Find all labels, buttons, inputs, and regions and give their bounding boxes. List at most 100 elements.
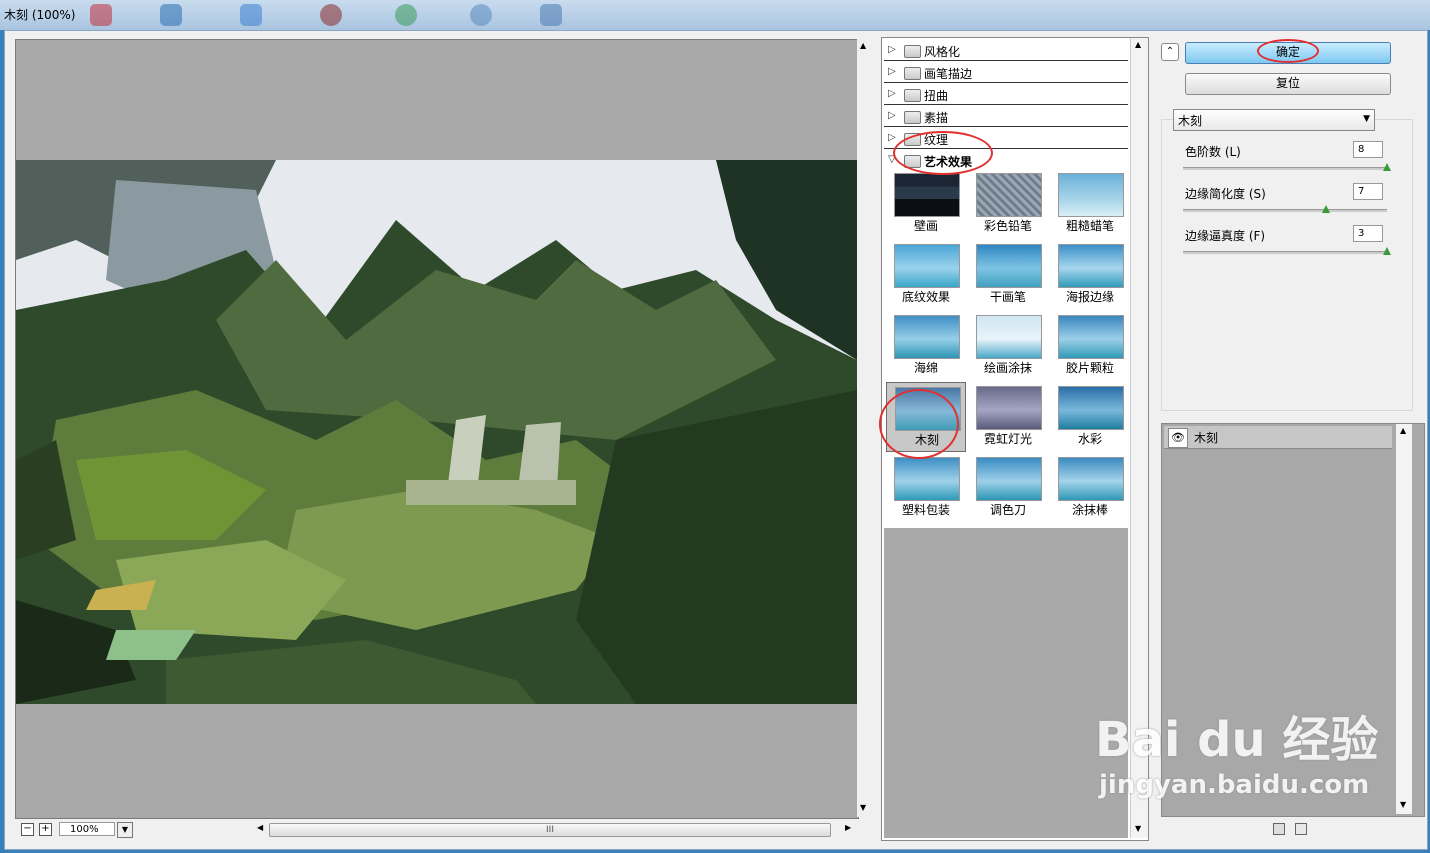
edge-fidelity-slider-track[interactable]	[1183, 251, 1387, 254]
filter-thumb-poster-edges[interactable]: 海报边缘	[1050, 240, 1130, 310]
collapse-gallery-icon[interactable]: ⌃	[1161, 43, 1179, 61]
scroll-down-arrow-icon[interactable]: ▼	[1135, 824, 1141, 833]
filter-thumb-film-grain[interactable]: 胶片颗粒	[1050, 311, 1130, 381]
layers-vertical-scrollbar[interactable]: ▲ ▼	[1396, 424, 1412, 814]
filter-thumb-sponge[interactable]: 海绵	[886, 311, 966, 381]
window-title: 木刻 (100%)	[4, 8, 76, 22]
expand-arrow-icon[interactable]: ▷	[888, 132, 896, 143]
filter-thumb-colored-pencil[interactable]: 彩色铅笔	[968, 169, 1048, 239]
scroll-up-arrow-icon[interactable]: ▲	[1400, 426, 1406, 435]
filter-select-value: 木刻	[1178, 114, 1203, 128]
filter-label: 干画笔	[989, 290, 1026, 304]
preview-horizontal-scrollbar[interactable]: ◀ III ▶	[255, 821, 857, 837]
edge-fidelity-slider-handle[interactable]	[1383, 247, 1391, 255]
filter-thumbnails-grid: 壁画 彩色铅笔 粗糙蜡笔 底纹效果 干画笔 海报边缘 海绵 绘画涂抹 胶片颗粒 …	[884, 169, 1130, 527]
filter-label: 水彩	[1077, 432, 1102, 446]
edge-simplicity-slider-handle[interactable]	[1321, 205, 1330, 213]
filter-thumb-watercolor[interactable]: 水彩	[1050, 382, 1130, 452]
filter-preview-image	[976, 173, 1042, 217]
filter-label: 塑料包装	[901, 503, 950, 517]
filter-preview-image	[1058, 386, 1124, 430]
filter-thumb-neon-glow[interactable]: 霓虹灯光	[968, 382, 1048, 452]
scroll-up-arrow-icon[interactable]: ▲	[1135, 40, 1141, 49]
category-sketch[interactable]: ▷ 素描	[884, 106, 1128, 127]
levels-slider-track[interactable]	[1183, 167, 1387, 170]
chevron-down-icon: ▼	[1363, 114, 1370, 124]
filter-thumb-paint-daubs[interactable]: 绘画涂抹	[968, 311, 1048, 381]
filter-preview-image	[894, 315, 960, 359]
category-label: 素描	[924, 111, 949, 125]
zoom-dropdown-icon[interactable]: ▼	[117, 822, 133, 838]
expand-arrow-icon[interactable]: ▷	[888, 66, 896, 77]
filter-preview-image	[976, 457, 1042, 501]
highlight-ring-cutout	[879, 389, 959, 459]
taskbar-icon-5	[395, 4, 417, 26]
filter-preview-image	[894, 244, 960, 288]
filter-preview-image	[1058, 244, 1124, 288]
filter-thumb-underpainting[interactable]: 底纹效果	[886, 240, 966, 310]
folder-icon	[904, 111, 921, 124]
category-label: 画笔描边	[924, 67, 973, 81]
filter-preview-image	[976, 315, 1042, 359]
zoom-level-field[interactable]: 100%	[59, 822, 115, 836]
edge-simplicity-input[interactable]: 7	[1353, 183, 1383, 200]
gallery-vertical-scrollbar[interactable]: ▲ ▼	[1130, 38, 1148, 838]
edge-simplicity-slider-track[interactable]	[1183, 209, 1387, 212]
filter-thumb-palette-knife[interactable]: 调色刀	[968, 453, 1048, 523]
levels-input[interactable]: 8	[1353, 141, 1383, 158]
zoom-in-button[interactable]: +	[39, 823, 52, 836]
filter-thumb-plastic-wrap[interactable]: 塑料包装	[886, 453, 966, 523]
scroll-down-arrow-icon[interactable]: ▼	[860, 803, 866, 812]
eye-visibility-icon[interactable]: 👁	[1168, 428, 1188, 448]
category-brush-strokes[interactable]: ▷ 画笔描边	[884, 62, 1128, 83]
preview-vertical-scrollbar[interactable]: ▲ ▼	[857, 39, 871, 817]
filter-preview-image	[894, 457, 960, 501]
filter-thumb-dry-brush[interactable]: 干画笔	[968, 240, 1048, 310]
filter-preview-image	[1058, 315, 1124, 359]
filter-select[interactable]: 木刻 ▼	[1173, 109, 1375, 131]
category-label: 风格化	[924, 45, 961, 59]
highlight-ring-artistic	[893, 131, 993, 175]
filter-preview-image	[976, 244, 1042, 288]
edge-fidelity-input[interactable]: 3	[1353, 225, 1383, 242]
category-label: 扭曲	[924, 89, 949, 103]
scroll-left-arrow-icon[interactable]: ◀	[257, 823, 263, 832]
gallery-empty-area	[884, 528, 1128, 838]
new-effect-layer-icon[interactable]	[1273, 823, 1285, 835]
scroll-down-arrow-icon[interactable]: ▼	[1400, 800, 1406, 809]
folder-icon	[904, 45, 921, 58]
param-label: 色阶数 (L)	[1185, 145, 1241, 159]
levels-slider-handle[interactable]	[1383, 163, 1391, 171]
expand-arrow-icon[interactable]: ▷	[888, 44, 896, 55]
taskbar-icon-7	[540, 4, 562, 26]
filter-thumb-fresco[interactable]: 壁画	[886, 169, 966, 239]
taskbar-icon-1	[90, 4, 112, 26]
effect-layer-name: 木刻	[1194, 431, 1219, 445]
preview-canvas[interactable]	[15, 39, 859, 819]
effect-layers-panel: 👁 木刻 ▲ ▼	[1161, 423, 1425, 817]
param-label: 边缘逼真度 (F)	[1185, 229, 1266, 243]
zoom-out-button[interactable]: −	[21, 823, 34, 836]
taskbar-icon-6	[470, 4, 492, 26]
param-levels: 色阶数 (L) 8	[1183, 141, 1393, 181]
taskbar-icon-2	[160, 4, 182, 26]
highlight-ring-ok	[1257, 39, 1319, 63]
preview-footer: − + 100% ▼ ◀ III ▶	[15, 819, 857, 839]
filter-thumb-rough-pastels[interactable]: 粗糙蜡笔	[1050, 169, 1130, 239]
filter-preview-image	[1058, 173, 1124, 217]
scroll-up-arrow-icon[interactable]: ▲	[860, 41, 866, 50]
scroll-thumb[interactable]: III	[269, 823, 831, 837]
filter-preview-image	[976, 386, 1042, 430]
filter-thumb-smudge-stick[interactable]: 涂抹棒	[1050, 453, 1130, 523]
title-bar: 木刻 (100%)	[0, 0, 1430, 30]
expand-arrow-icon[interactable]: ▷	[888, 88, 896, 99]
category-stylize[interactable]: ▷ 风格化	[884, 40, 1128, 61]
reset-button[interactable]: 复位	[1185, 73, 1391, 95]
trash-icon[interactable]	[1295, 823, 1307, 835]
effect-layer-row[interactable]: 👁 木刻	[1164, 426, 1392, 449]
expand-arrow-icon[interactable]: ▷	[888, 110, 896, 121]
category-distort[interactable]: ▷ 扭曲	[884, 84, 1128, 105]
scroll-right-arrow-icon[interactable]: ▶	[845, 823, 851, 832]
taskbar-icon-3	[240, 4, 262, 26]
filter-label: 彩色铅笔	[983, 219, 1032, 233]
